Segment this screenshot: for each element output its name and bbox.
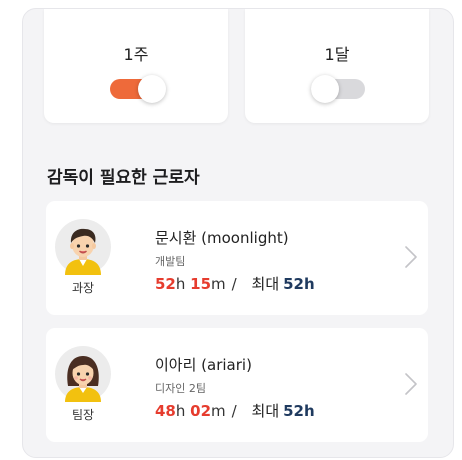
week-toggle-knob <box>138 75 166 103</box>
minutes-unit: m <box>211 402 226 420</box>
hours-unit: h <box>175 402 186 420</box>
worked-hours: 52h 15m / 최대 52h <box>155 273 315 294</box>
male-avatar-icon <box>55 219 111 275</box>
rank-label: 팀장 <box>71 408 95 422</box>
max-label: 최대 <box>251 275 280 293</box>
month-toggle-switch[interactable] <box>311 75 367 103</box>
worker-team: 디자인 2팀 <box>155 382 206 395</box>
month-toggle-knob <box>311 75 339 103</box>
worked-hours: 48h 02m / 최대 52h <box>155 400 315 421</box>
month-toggle-tile: 1달 <box>245 9 429 123</box>
minutes-value: 15 <box>190 275 212 293</box>
worker-team: 개발팀 <box>155 255 186 268</box>
work-hours-card: 1주 1달 감독이 필요한 근로자 과장 문시환 (moonlight) 개발팀… <box>22 8 454 458</box>
month-toggle-label: 1달 <box>324 45 350 64</box>
minutes-unit: m <box>211 275 226 293</box>
week-toggle-label: 1주 <box>123 45 149 64</box>
max-hours-value: 52h <box>283 402 315 420</box>
worker-name: 문시환 (moonlight) <box>155 229 289 247</box>
hours-unit: h <box>175 275 186 293</box>
hours-separator: / <box>231 275 237 293</box>
max-hours-value: 52h <box>283 275 315 293</box>
chevron-right-icon <box>405 246 417 268</box>
week-toggle-switch[interactable] <box>110 75 166 103</box>
female-avatar-icon <box>55 346 111 402</box>
worker-card[interactable]: 팀장 이아리 (ariari) 디자인 2팀 48h 02m / 최대 52h <box>46 328 428 442</box>
week-toggle-tile: 1주 <box>44 9 228 123</box>
chevron-right-icon <box>405 373 417 395</box>
worker-name: 이아리 (ariari) <box>155 356 252 374</box>
worker-card[interactable]: 과장 문시환 (moonlight) 개발팀 52h 15m / 최대 52h <box>46 201 428 315</box>
rank-label: 과장 <box>71 281 95 295</box>
max-label: 최대 <box>251 402 280 420</box>
minutes-value: 02 <box>190 402 212 420</box>
section-title: 감독이 필요한 근로자 <box>47 168 200 188</box>
hours-separator: / <box>231 402 237 420</box>
hours-value: 52 <box>155 275 176 293</box>
hours-value: 48 <box>155 402 176 420</box>
